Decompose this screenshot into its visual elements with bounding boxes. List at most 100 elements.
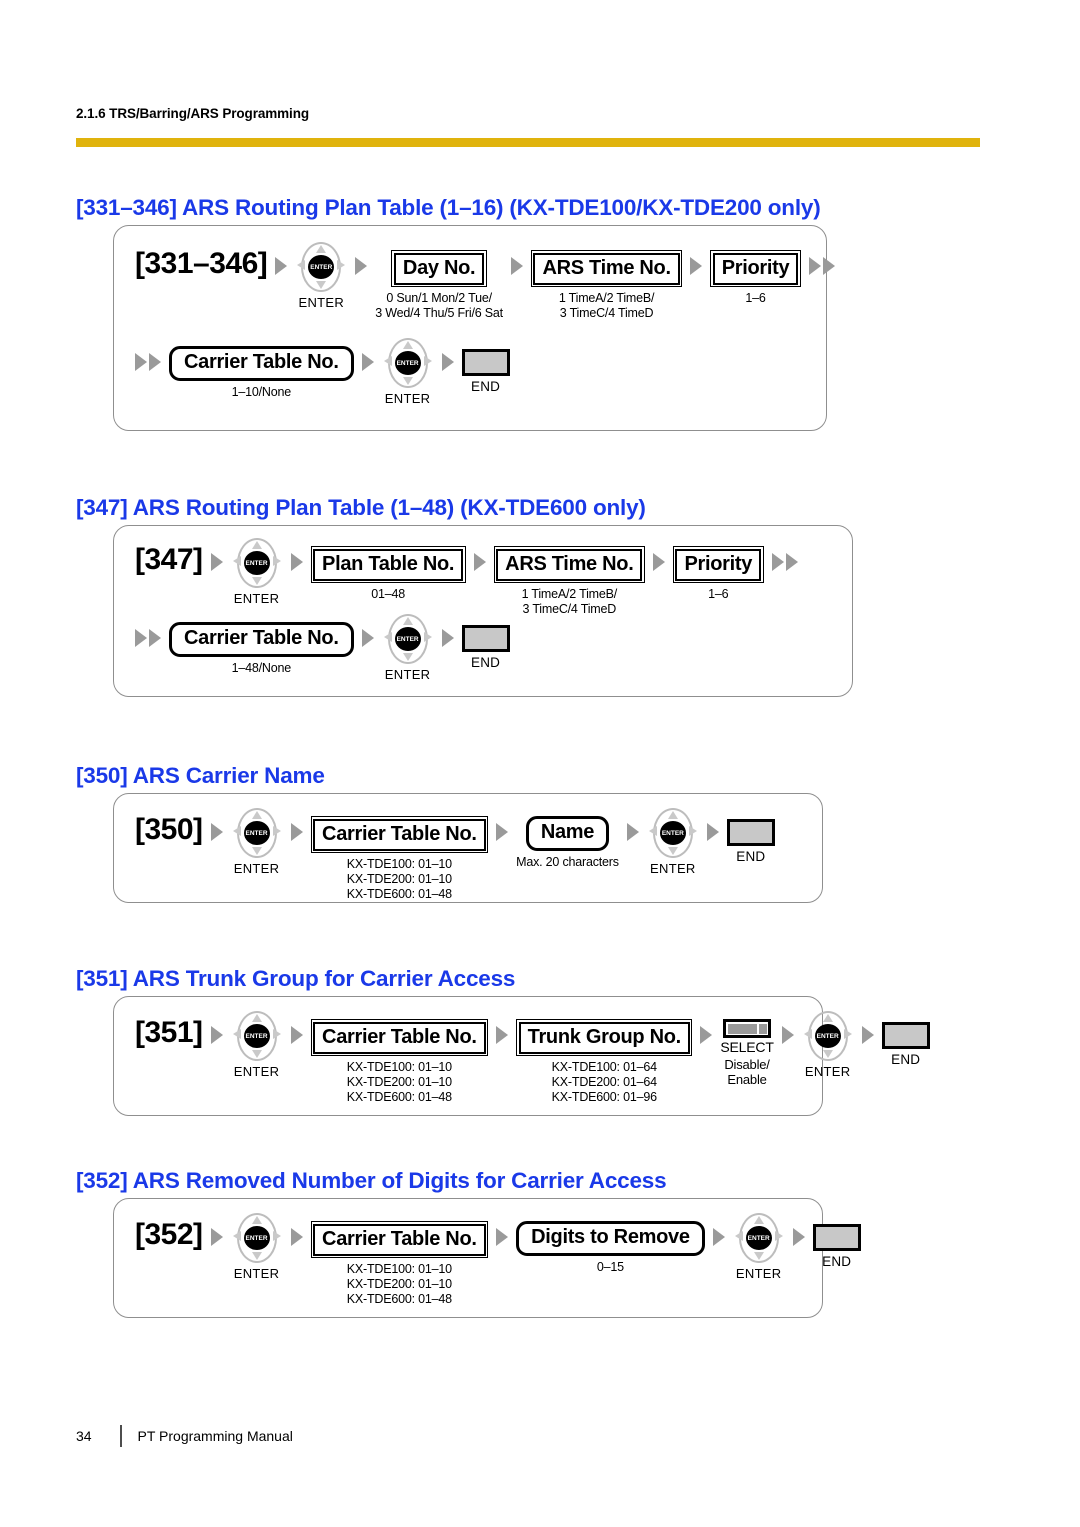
enter-key-node[interactable]: ENTER ENTER	[231, 1010, 283, 1079]
flow-step-node[interactable]: Carrier Table No. KX-TDE100: 01–10 KX-TDE…	[310, 816, 489, 902]
arrow-down-icon[interactable]	[251, 1050, 262, 1058]
arrow-down-icon[interactable]	[251, 847, 262, 855]
arrow-left-icon[interactable]	[232, 1029, 241, 1039]
flow-step-node[interactable]: ARS Time No. 1 TimeA/2 TimeB/ 3 TimeC/4 T…	[493, 546, 645, 617]
rect-key-box[interactable]: ARS Time No.	[493, 546, 645, 583]
flow-step-node[interactable]: Priority 1–6	[710, 250, 801, 306]
flow-step-node[interactable]: Carrier Table No. 1–10/None	[169, 346, 354, 400]
rect-key-box[interactable]: Carrier Table No.	[310, 1221, 489, 1258]
arrow-up-icon[interactable]	[251, 1014, 262, 1022]
arrow-left-icon[interactable]	[734, 1231, 743, 1241]
end-key-node[interactable]: END	[726, 819, 775, 864]
end-key-icon[interactable]	[812, 1224, 861, 1251]
flow-step-node[interactable]: Carrier Table No. KX-TDE100: 01–10 KX-TDE…	[310, 1019, 489, 1105]
flow-step-node[interactable]: Name Max. 20 characters	[516, 816, 619, 870]
navigator-enter-icon[interactable]: ENTER	[802, 1010, 854, 1062]
end-key-icon[interactable]	[461, 625, 510, 652]
arrow-right-icon[interactable]	[272, 1231, 281, 1241]
arrow-left-icon[interactable]	[383, 356, 392, 366]
rounded-key-box[interactable]: Digits to Remove	[516, 1221, 705, 1256]
navigator-enter-icon[interactable]: ENTER	[231, 1212, 283, 1264]
arrow-down-icon[interactable]	[822, 1050, 833, 1058]
flow-step-node[interactable]: Digits to Remove 0–15	[516, 1221, 705, 1275]
end-key-node[interactable]: END	[461, 349, 510, 394]
arrow-up-icon[interactable]	[667, 811, 678, 819]
arrow-left-icon[interactable]	[803, 1029, 812, 1039]
arrow-left-icon[interactable]	[297, 260, 306, 270]
rounded-key-box[interactable]: Name	[525, 816, 610, 851]
rect-key-box[interactable]: ARS Time No.	[530, 250, 683, 287]
enter-key-node[interactable]: ENTER ENTER	[231, 807, 283, 876]
navigator-enter-icon[interactable]: ENTER	[231, 807, 283, 859]
arrow-left-icon[interactable]	[232, 556, 241, 566]
enter-key-node[interactable]: ENTER ENTER	[647, 807, 699, 876]
navigator-enter-icon[interactable]: ENTER	[231, 537, 283, 589]
navigator-enter-icon[interactable]: ENTER	[733, 1212, 785, 1264]
arrow-left-icon[interactable]	[232, 826, 241, 836]
rounded-key-box[interactable]: Carrier Table No.	[169, 346, 354, 381]
rect-key-box[interactable]: Carrier Table No.	[310, 1019, 489, 1056]
arrow-down-icon[interactable]	[251, 1252, 262, 1260]
arrow-down-icon[interactable]	[402, 653, 413, 661]
enter-key-node[interactable]: ENTER ENTER	[382, 613, 434, 682]
arrow-up-icon[interactable]	[822, 1014, 833, 1022]
navigator-enter-icon[interactable]: ENTER	[382, 337, 434, 389]
flow-step-node[interactable]: Plan Table No. 01–48	[310, 546, 466, 602]
end-key-node[interactable]: END	[461, 625, 510, 670]
rect-key-box[interactable]: Plan Table No.	[310, 546, 466, 583]
rect-key-box[interactable]: Priority	[672, 546, 764, 583]
arrow-right-icon[interactable]	[272, 556, 281, 566]
end-key-icon[interactable]	[726, 819, 775, 846]
arrow-left-icon[interactable]	[648, 826, 657, 836]
arrow-right-icon[interactable]	[843, 1029, 852, 1039]
arrow-right-icon[interactable]	[423, 632, 432, 642]
arrow-down-icon[interactable]	[251, 577, 262, 585]
arrow-up-icon[interactable]	[251, 541, 262, 549]
navigator-enter-icon[interactable]: ENTER	[295, 241, 347, 293]
end-key-node[interactable]: END	[881, 1022, 930, 1067]
select-key-node[interactable]: SELECT Disable/ Enable	[720, 1019, 774, 1087]
arrow-right-icon[interactable]	[337, 260, 346, 270]
flow-step-node[interactable]: Carrier Table No. 1–48/None	[169, 622, 354, 676]
arrow-left-icon[interactable]	[383, 632, 392, 642]
flow-step-node[interactable]: Carrier Table No. KX-TDE100: 01–10 KX-TDE…	[310, 1221, 489, 1307]
flow-step-node[interactable]: ARS Time No. 1 TimeA/2 TimeB/ 3 TimeC/4 T…	[530, 250, 683, 321]
arrow-right-icon[interactable]	[423, 356, 432, 366]
rect-key-box[interactable]: Priority	[710, 250, 801, 287]
arrow-up-icon[interactable]	[316, 245, 327, 253]
arrow-right-icon[interactable]	[272, 826, 281, 836]
arrow-down-icon[interactable]	[753, 1252, 764, 1260]
end-key-icon[interactable]	[881, 1022, 930, 1049]
enter-key-node[interactable]: ENTER ENTER	[382, 337, 434, 406]
arrow-right-icon[interactable]	[774, 1231, 783, 1241]
arrow-down-icon[interactable]	[316, 281, 327, 289]
enter-key-node[interactable]: ENTER ENTER	[802, 1010, 854, 1079]
arrow-up-icon[interactable]	[251, 1216, 262, 1224]
navigator-enter-icon[interactable]: ENTER	[231, 1010, 283, 1062]
end-key-icon[interactable]	[461, 349, 510, 376]
navigator-enter-icon[interactable]: ENTER	[382, 613, 434, 665]
end-key-node[interactable]: END	[812, 1224, 861, 1269]
arrow-left-icon[interactable]	[232, 1231, 241, 1241]
flow-step-node[interactable]: Priority 1–6	[672, 546, 764, 602]
arrow-up-icon[interactable]	[402, 617, 413, 625]
flow-step-node[interactable]: Trunk Group No. KX-TDE100: 01–64 KX-TDE20…	[516, 1019, 693, 1105]
arrow-up-icon[interactable]	[251, 811, 262, 819]
arrow-up-icon[interactable]	[402, 341, 413, 349]
rect-key-box[interactable]: Day No.	[391, 250, 487, 287]
arrow-down-icon[interactable]	[402, 377, 413, 385]
navigator-enter-icon[interactable]: ENTER	[647, 807, 699, 859]
arrow-up-icon[interactable]	[753, 1216, 764, 1224]
arrow-down-icon[interactable]	[667, 847, 678, 855]
rect-key-box[interactable]: Trunk Group No.	[516, 1019, 693, 1056]
enter-key-node[interactable]: ENTER ENTER	[231, 1212, 283, 1281]
rounded-key-box[interactable]: Carrier Table No.	[169, 622, 354, 657]
enter-key-node[interactable]: ENTER ENTER	[295, 241, 347, 310]
arrow-right-icon[interactable]	[272, 1029, 281, 1039]
arrow-right-icon[interactable]	[688, 826, 697, 836]
enter-key-node[interactable]: ENTER ENTER	[733, 1212, 785, 1281]
flow-step-node[interactable]: Day No. 0 Sun/1 Mon/2 Tue/ 3 Wed/4 Thu/5 …	[375, 250, 503, 321]
select-key-icon[interactable]	[723, 1019, 772, 1038]
rect-key-box[interactable]: Carrier Table No.	[310, 816, 489, 853]
enter-key-node[interactable]: ENTER ENTER	[231, 537, 283, 606]
